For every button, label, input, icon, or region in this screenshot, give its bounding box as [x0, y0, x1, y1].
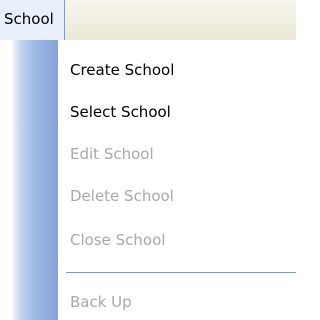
menu-item-back-up: Back Up [58, 284, 296, 320]
menu-item-select-school[interactable]: Select School [58, 94, 296, 130]
menu-item-label: Close School [70, 231, 166, 249]
menu-item-label: Delete School [70, 187, 174, 205]
menu-item-close-school: Close School [58, 222, 296, 258]
menu-icon-gutter [0, 40, 58, 320]
menu-bar: School [0, 0, 296, 40]
school-menu[interactable]: School [0, 0, 65, 40]
menu-item-edit-school: Edit School [58, 136, 296, 172]
menu-item-label: Back Up [70, 293, 132, 311]
school-menu-label: School [4, 10, 54, 28]
menu-item-label: Edit School [70, 145, 154, 163]
menu-item-delete-school: Delete School [58, 178, 296, 214]
menu-item-create-school[interactable]: Create School [58, 52, 296, 88]
menu-separator [66, 272, 296, 273]
school-dropdown-menu: Create School Select School Edit School … [0, 40, 296, 320]
menu-item-label: Select School [70, 103, 171, 121]
menu-item-label: Create School [70, 61, 175, 79]
